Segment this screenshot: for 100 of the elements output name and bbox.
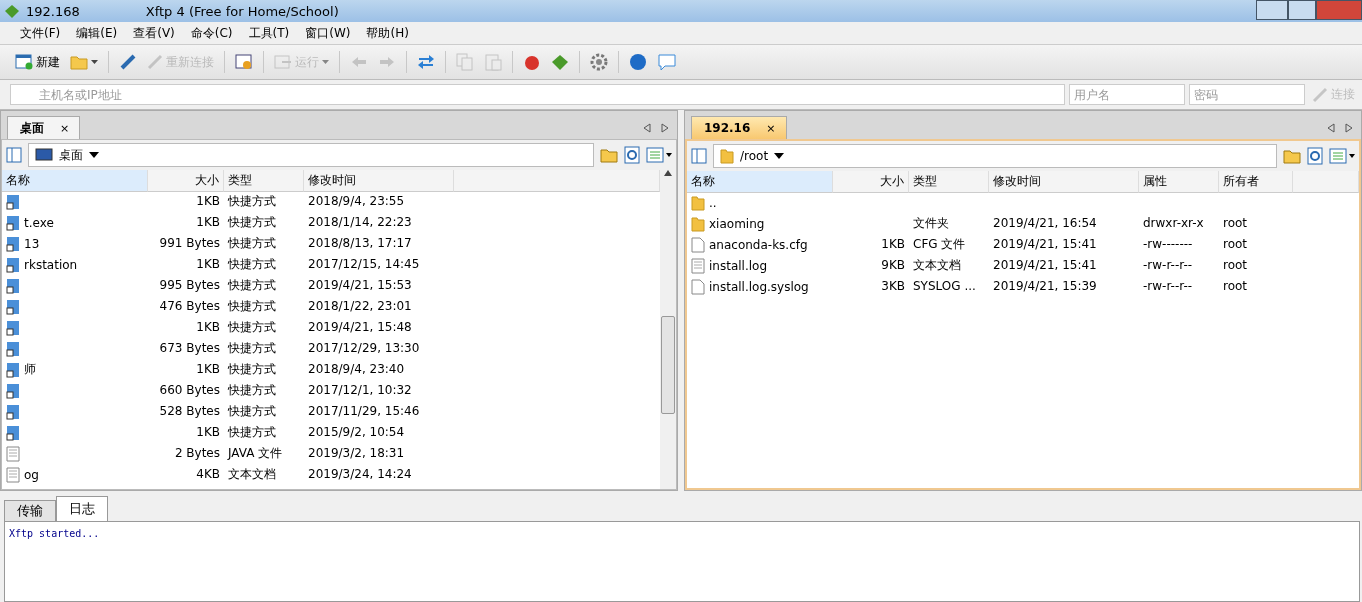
close-icon[interactable]: ×: [766, 121, 776, 135]
refresh-icon[interactable]: [1307, 147, 1323, 165]
menu-item[interactable]: 命令(C): [184, 24, 239, 42]
file-name-cell[interactable]: xiaoming: [687, 213, 833, 234]
table-cell-text: 文件夹: [912, 215, 950, 232]
column-header[interactable]: 类型: [224, 170, 304, 192]
file-name-cell[interactable]: ..: [687, 192, 833, 213]
folder-icon: [70, 54, 88, 70]
table-cell-text: 2019/4/21, 15:41: [992, 236, 1098, 253]
scrollbar[interactable]: [660, 170, 676, 489]
table-cell-text: CFG 文件: [912, 236, 967, 253]
copy-icon: [456, 53, 474, 71]
column-header[interactable]: 大小: [148, 170, 224, 192]
menu-item[interactable]: 查看(V): [127, 24, 181, 42]
table-cell-text: 1KB: [195, 319, 221, 336]
username-field[interactable]: 用户名: [1069, 84, 1185, 105]
view-list-icon[interactable]: [646, 147, 672, 163]
scroll-right-icon[interactable]: [661, 123, 669, 133]
file-name-cell[interactable]: anaconda-ks.cfg: [687, 234, 833, 255]
speech-bubble-icon: [657, 53, 677, 71]
table-cell-text: drwxr-xr-x: [1142, 215, 1205, 232]
sync-arrows-icon: [417, 53, 435, 71]
menu-item[interactable]: 窗口(W): [299, 24, 357, 42]
table-cell-text: 1KB: [195, 214, 221, 231]
tab[interactable]: 桌面 ×: [7, 116, 81, 139]
table-cell-text: 2017/12/29, 13:30: [307, 340, 421, 357]
column-header[interactable]: 修改时间: [989, 171, 1139, 193]
folder-up-icon[interactable]: [600, 147, 618, 163]
file-name-cell[interactable]: rkstation: [2, 254, 148, 275]
column-header[interactable]: 名称: [687, 171, 833, 193]
table-cell-text: 快捷方式: [227, 403, 277, 420]
file-icon: [691, 236, 705, 253]
dropdown-icon[interactable]: [774, 153, 785, 159]
file-name: t.exe: [24, 215, 54, 230]
table-cell-text: 快捷方式: [227, 361, 277, 378]
scroll-left-icon[interactable]: [643, 123, 651, 133]
file-name-cell[interactable]: 师: [2, 359, 148, 380]
folder-up-icon[interactable]: [1283, 148, 1301, 164]
menu-item[interactable]: 文件(F): [14, 24, 67, 42]
scroll-right-icon[interactable]: [1345, 123, 1353, 133]
file-name: og: [24, 467, 39, 482]
path-field[interactable]: /root: [713, 144, 1277, 168]
table-cell-text: 528 Bytes: [158, 403, 221, 420]
maximize-button[interactable]: [1288, 0, 1316, 20]
file-name-cell[interactable]: install.log.syslog: [687, 276, 833, 297]
table-cell-text: 1KB: [880, 236, 906, 253]
file-name-cell[interactable]: og: [2, 464, 148, 485]
menu-item[interactable]: 工具(T): [242, 24, 296, 42]
table-cell-text: 快捷方式: [227, 235, 277, 252]
file-name: ..: [709, 195, 717, 210]
table-cell-text: 2019/4/21, 15:48: [307, 319, 413, 336]
column-header[interactable]: 属性: [1139, 171, 1219, 193]
tab[interactable]: 192.16 ×: [691, 116, 787, 139]
caret-icon: [91, 60, 98, 64]
table-cell-text: 1KB: [195, 424, 221, 441]
new-session-icon: [15, 54, 33, 70]
menu-item[interactable]: 编辑(E): [70, 24, 124, 42]
toolbar-button[interactable]: 新建: [12, 51, 63, 73]
shortcut-icon: [6, 424, 20, 441]
table-cell-text: 快捷方式: [227, 382, 277, 399]
dropdown-icon[interactable]: [89, 152, 99, 158]
view-list-icon[interactable]: [1329, 148, 1355, 164]
table-cell-text: 4KB: [195, 466, 221, 483]
column-header[interactable]: 名称: [2, 170, 148, 192]
path-field[interactable]: 桌面: [28, 143, 594, 167]
table-cell-text: 3KB: [880, 278, 906, 295]
file-name-cell[interactable]: 13: [2, 233, 148, 254]
back-arrow-icon: [350, 55, 368, 69]
tab[interactable]: 传输: [4, 500, 56, 521]
minimize-button[interactable]: [1256, 0, 1288, 20]
shortcut-icon: [6, 361, 20, 378]
column-header[interactable]: 修改时间: [304, 170, 454, 192]
file-name-cell[interactable]: install.log: [687, 255, 833, 276]
column-header[interactable]: 所有者: [1219, 171, 1293, 193]
shortcut-icon: [6, 277, 20, 294]
table-cell-text: 文本文档: [227, 466, 277, 483]
password-field[interactable]: 密码: [1189, 84, 1305, 105]
table-cell-text: 快捷方式: [227, 319, 277, 336]
file-name: 师: [24, 361, 36, 378]
shortcut-icon: [6, 214, 20, 231]
file-name-cell[interactable]: t.exe: [2, 212, 148, 233]
close-icon[interactable]: ×: [60, 121, 70, 135]
tab[interactable]: 日志: [56, 496, 108, 521]
table-cell-text: 9KB: [880, 257, 906, 274]
shortcut-icon: [6, 235, 20, 252]
table-cell-text: 1KB: [195, 193, 221, 210]
scroll-left-icon[interactable]: [1327, 123, 1335, 133]
panel-toggle-icon[interactable]: [691, 148, 707, 164]
table-cell-text: -rw-r--r--: [1142, 278, 1194, 295]
shortcut-icon: [6, 319, 20, 336]
refresh-icon[interactable]: [624, 146, 640, 164]
table-cell-text: 2017/11/29, 15:46: [307, 403, 421, 420]
column-header[interactable]: 大小: [833, 171, 909, 193]
path-text: /root: [740, 149, 769, 163]
column-header[interactable]: 类型: [909, 171, 989, 193]
folder-icon: [691, 215, 705, 232]
menu-item[interactable]: 帮助(H): [360, 24, 415, 42]
host-field[interactable]: 主机名或IP地址: [10, 84, 1065, 105]
panel-toggle-icon[interactable]: [6, 147, 22, 163]
table-cell-text: 2019/4/21, 15:39: [992, 278, 1098, 295]
